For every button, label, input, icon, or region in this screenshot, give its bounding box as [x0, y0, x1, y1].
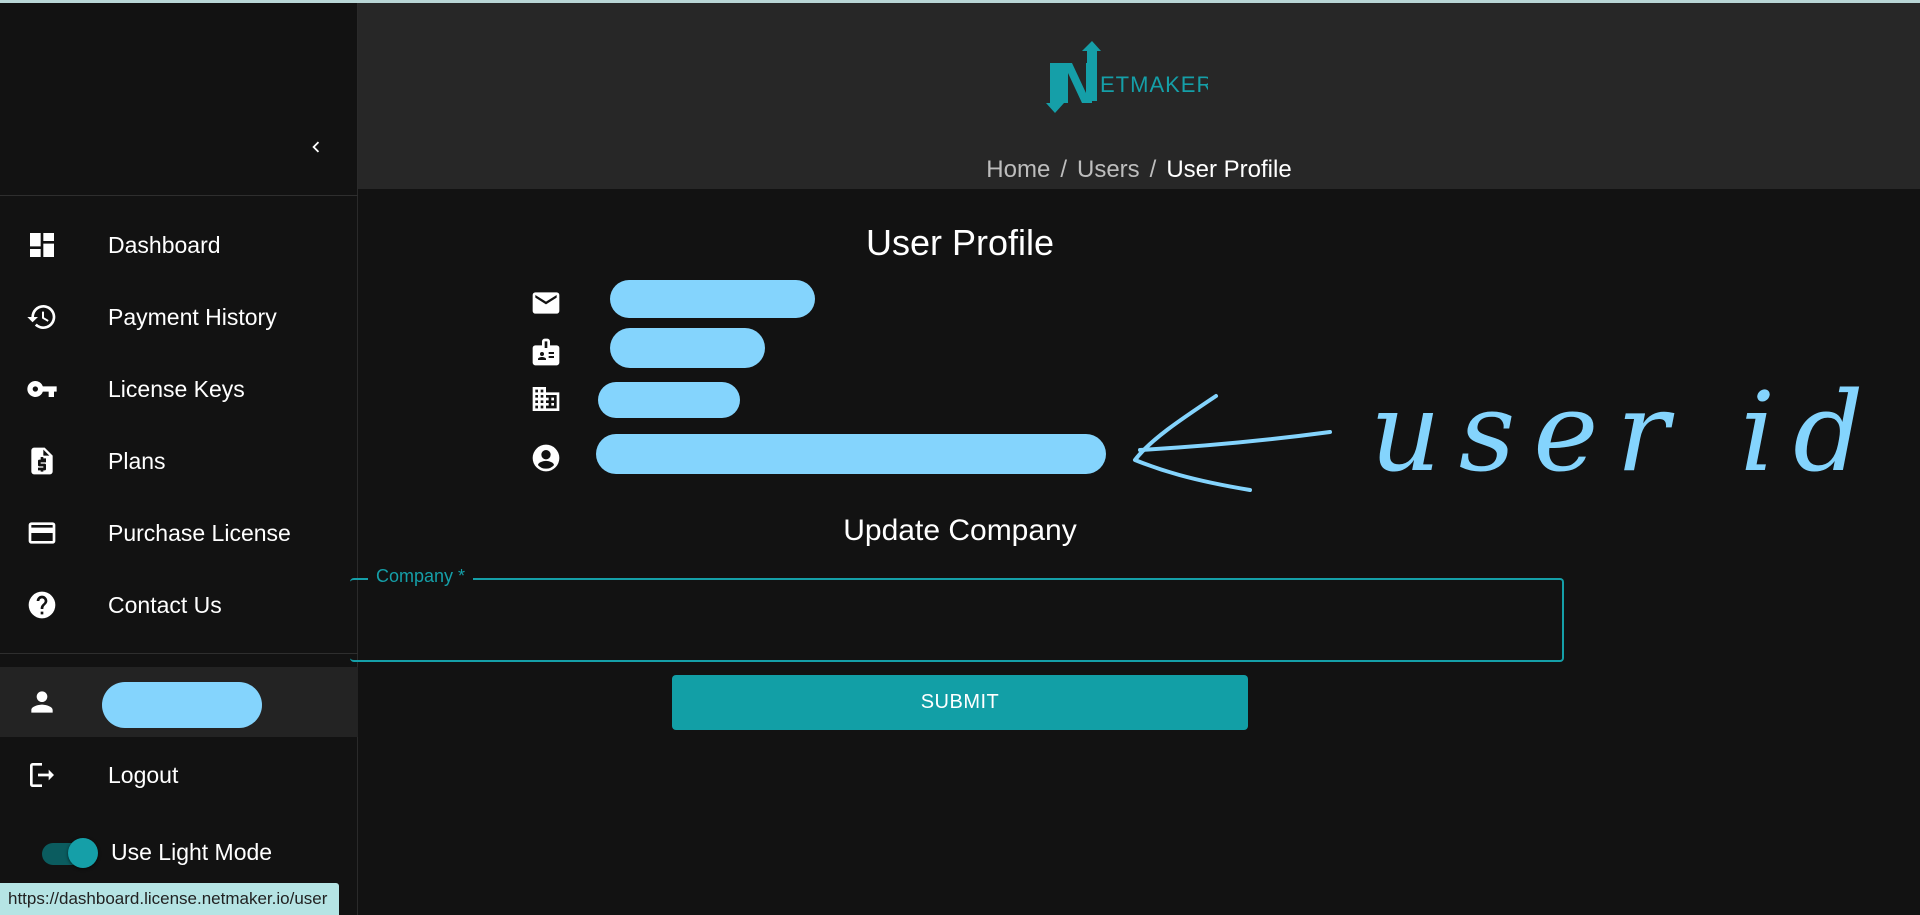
arrow-shaft [1138, 430, 1332, 452]
netmaker-logo[interactable]: ETMAKER [1038, 41, 1212, 121]
sidebar-item-label: Purchase License [108, 519, 291, 546]
company-field-label: Company * [368, 566, 474, 587]
dollar-document-icon [25, 444, 59, 478]
company-field[interactable] [350, 578, 1564, 662]
sidebar-divider [0, 195, 358, 196]
email-icon [530, 287, 562, 319]
help-circle-icon [25, 588, 59, 622]
sidebar-item-label: Plans [108, 447, 166, 474]
logo-text: ETMAKER [1100, 72, 1208, 97]
breadcrumb-users[interactable]: Users [1077, 156, 1140, 183]
sidebar-item-license-keys[interactable]: License Keys [0, 354, 358, 424]
history-icon [25, 300, 59, 334]
building-icon [530, 383, 562, 415]
sidebar-item-label: Payment History [108, 303, 277, 330]
sidebar-item-dashboard[interactable]: Dashboard [0, 210, 358, 280]
light-mode-label: Use Light Mode [111, 839, 273, 865]
header: ETMAKER Home / Users / User Profile [358, 3, 1920, 189]
person-icon [25, 685, 59, 719]
light-mode-toggle-thumb[interactable] [68, 838, 98, 868]
dashboard-icon [25, 228, 59, 262]
redacted-company [598, 382, 740, 418]
breadcrumb-separator: / [1060, 156, 1067, 183]
light-mode-row: Use Light Mode [0, 823, 358, 883]
breadcrumb-current: User Profile [1166, 156, 1292, 183]
page-title: User Profile [865, 222, 1055, 263]
redacted-username [102, 682, 262, 728]
sidebar-item-label: Dashboard [108, 231, 221, 258]
id-badge-icon [530, 336, 562, 368]
field-outline-notch [358, 578, 368, 580]
submit-button[interactable]: SUBMIT [672, 675, 1248, 730]
redacted-user-id [596, 434, 1106, 474]
chevron-left-icon [312, 141, 320, 153]
sidebar-divider [0, 653, 358, 654]
annotation-text: user id [1370, 370, 1882, 496]
key-icon [25, 372, 59, 406]
redacted-role [610, 328, 765, 368]
sidebar-item-logout[interactable]: Logout [0, 740, 358, 810]
sidebar-item-label: Contact Us [108, 591, 222, 618]
logout-icon [25, 758, 59, 792]
sidebar-item-plans[interactable]: Plans [0, 426, 358, 496]
sidebar-item-purchase-license[interactable]: Purchase License [0, 498, 358, 568]
breadcrumb-separator: / [1149, 156, 1157, 183]
redacted-email [610, 280, 815, 318]
sidebar-item-label: License Keys [108, 375, 245, 402]
status-bar-url: https://dashboard.license.netmaker.io/us… [0, 883, 340, 915]
account-circle-icon [530, 442, 562, 474]
update-company-title: Update Company [843, 514, 1077, 547]
breadcrumb-home[interactable]: Home [986, 156, 1050, 183]
sidebar-item-user[interactable] [0, 667, 358, 737]
sidebar-item-payment-history[interactable]: Payment History [0, 282, 358, 352]
collapse-sidebar-button[interactable] [300, 131, 332, 163]
credit-card-icon [25, 516, 59, 550]
sidebar: Dashboard Payment History License Keys P… [0, 3, 358, 915]
sidebar-item-contact-us[interactable]: Contact Us [0, 570, 358, 640]
logout-label: Logout [108, 761, 179, 788]
company-input[interactable] [370, 580, 1540, 660]
breadcrumb: Home / Users / User Profile [358, 156, 1920, 184]
handwritten-annotation: user id [1133, 370, 1882, 496]
